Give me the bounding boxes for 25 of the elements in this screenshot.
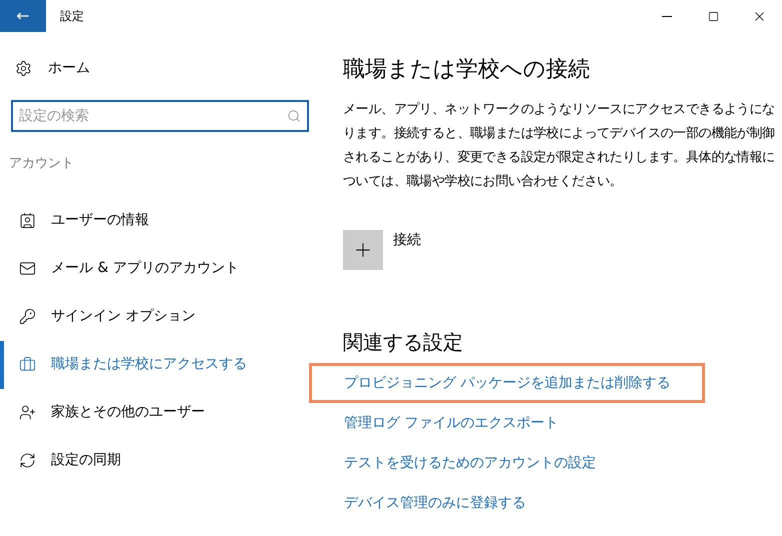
sync-icon <box>19 452 36 469</box>
connect-button[interactable] <box>343 230 383 270</box>
person-add-icon <box>19 404 36 421</box>
search-field[interactable]: 設定の検索 <box>11 100 309 132</box>
description-text: メール、アプリ、ネットワークのようなリソースにアクセスできるようになります。接続すると、職場または学校によってデバイスの一部の機能が制御されることがあり、変更できる設定が限定されたりします。具体的な情報については、職場や学校にお問い合わせください。 <box>343 101 775 191</box>
contact-card-icon <box>19 212 36 229</box>
settings-link[interactable]: プロビジョニング パッケージを追加または削除する <box>309 363 706 403</box>
mail-icon <box>19 260 36 277</box>
settings-icon <box>15 60 32 76</box>
section-title: 関連する設定 <box>343 329 463 356</box>
nav-item[interactable]: メール & アプリのアカウント <box>0 244 320 292</box>
window-title: 設定 <box>60 8 84 25</box>
maximize-icon <box>708 10 718 22</box>
nav-item[interactable]: ユーザーの情報 <box>0 196 320 244</box>
page-title: 職場または学校への接続 <box>343 56 590 84</box>
search-icon <box>287 109 301 123</box>
connect-label: 接続 <box>393 231 421 250</box>
settings-link[interactable]: デバイス管理のみに登録する <box>309 483 561 523</box>
nav-item[interactable]: 職場または学校にアクセスする <box>0 340 320 388</box>
nav-item[interactable]: サインイン オプション <box>0 292 320 340</box>
section-heading: アカウント <box>9 155 74 173</box>
briefcase-icon <box>19 356 36 373</box>
home-item[interactable]: ホーム <box>0 50 320 86</box>
key-icon <box>19 308 36 325</box>
back-button[interactable]: ← <box>0 0 46 32</box>
